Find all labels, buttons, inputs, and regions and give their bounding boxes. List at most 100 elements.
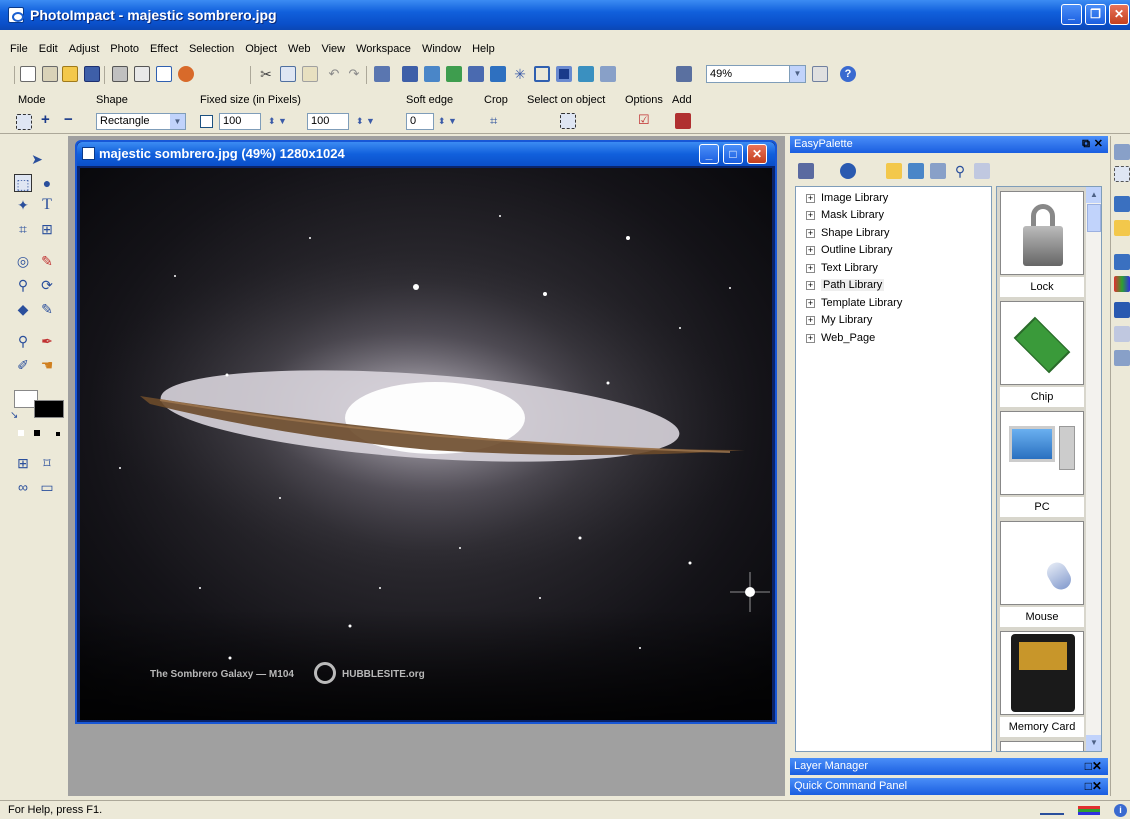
preview-glasses-icon[interactable]: ∞ [14, 478, 32, 496]
grid-icon[interactable]: ⊞ [14, 454, 32, 472]
thumb-lock[interactable] [1000, 191, 1084, 275]
chevron-down-icon[interactable]: ▼ [170, 114, 185, 129]
frame-icon[interactable]: ⌑ [38, 454, 56, 472]
float-icon[interactable]: ⧉ [1082, 136, 1090, 153]
thumb-next[interactable] [1000, 741, 1084, 751]
scroll-up-icon[interactable]: ▲ [1086, 187, 1101, 203]
focus-icon[interactable] [490, 66, 506, 82]
small-swatch-icon[interactable] [56, 432, 60, 436]
paint-brush-icon[interactable]: ✎ [38, 252, 56, 270]
layer-manager-bar[interactable]: Layer Manager □✕ [790, 758, 1108, 775]
scroll-down-icon[interactable]: ▼ [1086, 735, 1101, 751]
menu-edit[interactable]: Edit [31, 30, 61, 55]
export-icon[interactable] [600, 66, 616, 82]
shape-select[interactable]: Rectangle ▼ [96, 113, 186, 130]
text-tool-icon[interactable]: T [38, 196, 56, 214]
retouch-icon[interactable]: ✎ [38, 300, 56, 318]
scroll-thumb[interactable] [1087, 204, 1101, 232]
globe-icon[interactable] [840, 163, 856, 179]
restore-button[interactable]: ❐ [1085, 4, 1106, 25]
doc-restore-button[interactable]: □ [723, 144, 743, 164]
thumb-pc[interactable] [1000, 411, 1084, 495]
pick-tool-icon[interactable]: ➤ [28, 150, 46, 168]
transform-icon[interactable]: ⊞ [38, 220, 56, 238]
panel-tab-icon[interactable] [1114, 166, 1130, 182]
auto-process-icon[interactable] [424, 66, 440, 82]
redeye-icon[interactable]: ◎ [14, 252, 32, 270]
ruler-icon[interactable]: ▭ [38, 478, 56, 496]
properties-icon[interactable] [930, 163, 946, 179]
menu-window[interactable]: Window [414, 30, 464, 55]
panel-restore-close-icon[interactable]: □✕ [1085, 778, 1102, 795]
thumb-mouse[interactable] [1000, 521, 1084, 605]
shadow-icon[interactable] [556, 66, 572, 82]
home-icon[interactable] [798, 163, 814, 179]
web-icon[interactable] [178, 66, 194, 82]
ruler-icon[interactable] [1040, 805, 1064, 815]
enhance-icon[interactable] [446, 66, 462, 82]
close-button[interactable]: ✕ [1109, 4, 1129, 25]
menu-selection[interactable]: Selection [181, 30, 237, 55]
clone-icon[interactable]: ⟳ [38, 276, 56, 294]
standard-selection-icon[interactable]: ⬚ [14, 174, 32, 192]
minimize-button[interactable]: _ [1061, 4, 1082, 25]
magic-wand-icon[interactable]: ✦ [14, 196, 32, 214]
paste-icon[interactable] [302, 66, 318, 82]
quick-command-bar[interactable]: Quick Command Panel □✕ [790, 778, 1108, 795]
height-field[interactable]: 100 [307, 113, 349, 130]
effect-icon[interactable]: ✳ [512, 66, 528, 82]
panel-tab-icon[interactable] [1114, 144, 1130, 160]
default-black-icon[interactable] [34, 430, 40, 436]
menu-adjust[interactable]: Adjust [61, 30, 103, 55]
print-icon[interactable] [112, 66, 128, 82]
panel-tab-icon[interactable] [1114, 276, 1130, 292]
close-icon[interactable]: ✕ [1094, 136, 1103, 153]
print-preview-icon[interactable] [134, 66, 150, 82]
menu-view[interactable]: View [313, 30, 348, 55]
preview-icon[interactable] [156, 66, 172, 82]
add-object-icon[interactable] [675, 113, 691, 129]
lasso-icon[interactable]: ● [38, 174, 56, 192]
menu-effect[interactable]: Effect [142, 30, 181, 55]
select-object-icon[interactable] [560, 113, 576, 129]
thumb-memory-card[interactable] [1000, 631, 1084, 715]
app-icon[interactable] [8, 7, 24, 23]
zoom-tool-icon[interactable]: ⚲ [14, 332, 32, 350]
panel-tab-icon[interactable] [1114, 326, 1130, 342]
copy-icon[interactable] [974, 163, 990, 179]
capture-icon[interactable] [402, 66, 418, 82]
fill-icon[interactable]: ◆ [14, 300, 32, 318]
save-icon[interactable] [84, 66, 100, 82]
menu-workspace[interactable]: Workspace [348, 30, 414, 55]
crop-tool-icon[interactable]: ⌗ [14, 220, 32, 238]
frame-icon[interactable] [534, 66, 550, 82]
folder-tree-icon[interactable] [886, 163, 902, 179]
menu-file[interactable]: File [0, 30, 31, 55]
search-icon[interactable]: ⚲ [952, 163, 968, 179]
open-icon[interactable] [62, 66, 78, 82]
path-tool-icon[interactable]: ✐ [14, 356, 32, 374]
tree-item-mask-library[interactable]: + Mask Library [806, 207, 884, 223]
mode-add-icon[interactable]: + [41, 111, 50, 128]
fixed-size-checkbox[interactable] [200, 115, 213, 128]
eyedropper-icon[interactable]: ✒ [38, 332, 56, 350]
gallery-scrollbar[interactable]: ▲ ▼ [1086, 187, 1101, 751]
info-icon[interactable]: i [1114, 804, 1127, 817]
panel-tab-icon[interactable] [1114, 254, 1130, 270]
workspace-icon[interactable] [812, 66, 828, 82]
undo-icon[interactable]: ↶ [326, 66, 342, 82]
doc-minimize-button[interactable]: _ [699, 144, 719, 164]
doc-close-button[interactable]: ✕ [747, 144, 767, 164]
scan-icon[interactable] [42, 66, 58, 82]
hand-tool-icon[interactable]: ☚ [38, 356, 56, 374]
panel-tab-icon[interactable] [1114, 302, 1130, 318]
chevron-down-icon[interactable]: ▼ [789, 66, 805, 82]
tree-item-my-library[interactable]: + My Library [806, 312, 872, 328]
tree-item-image-library[interactable]: + Image Library [806, 190, 888, 206]
menu-help[interactable]: Help [464, 30, 498, 55]
options-check-icon[interactable]: ☑ [638, 112, 650, 128]
panel-tab-icon[interactable] [1114, 220, 1130, 236]
new-icon[interactable] [20, 66, 36, 82]
zoom-tool-icon[interactable] [676, 66, 692, 82]
stamp-icon[interactable]: ⚲ [14, 276, 32, 294]
